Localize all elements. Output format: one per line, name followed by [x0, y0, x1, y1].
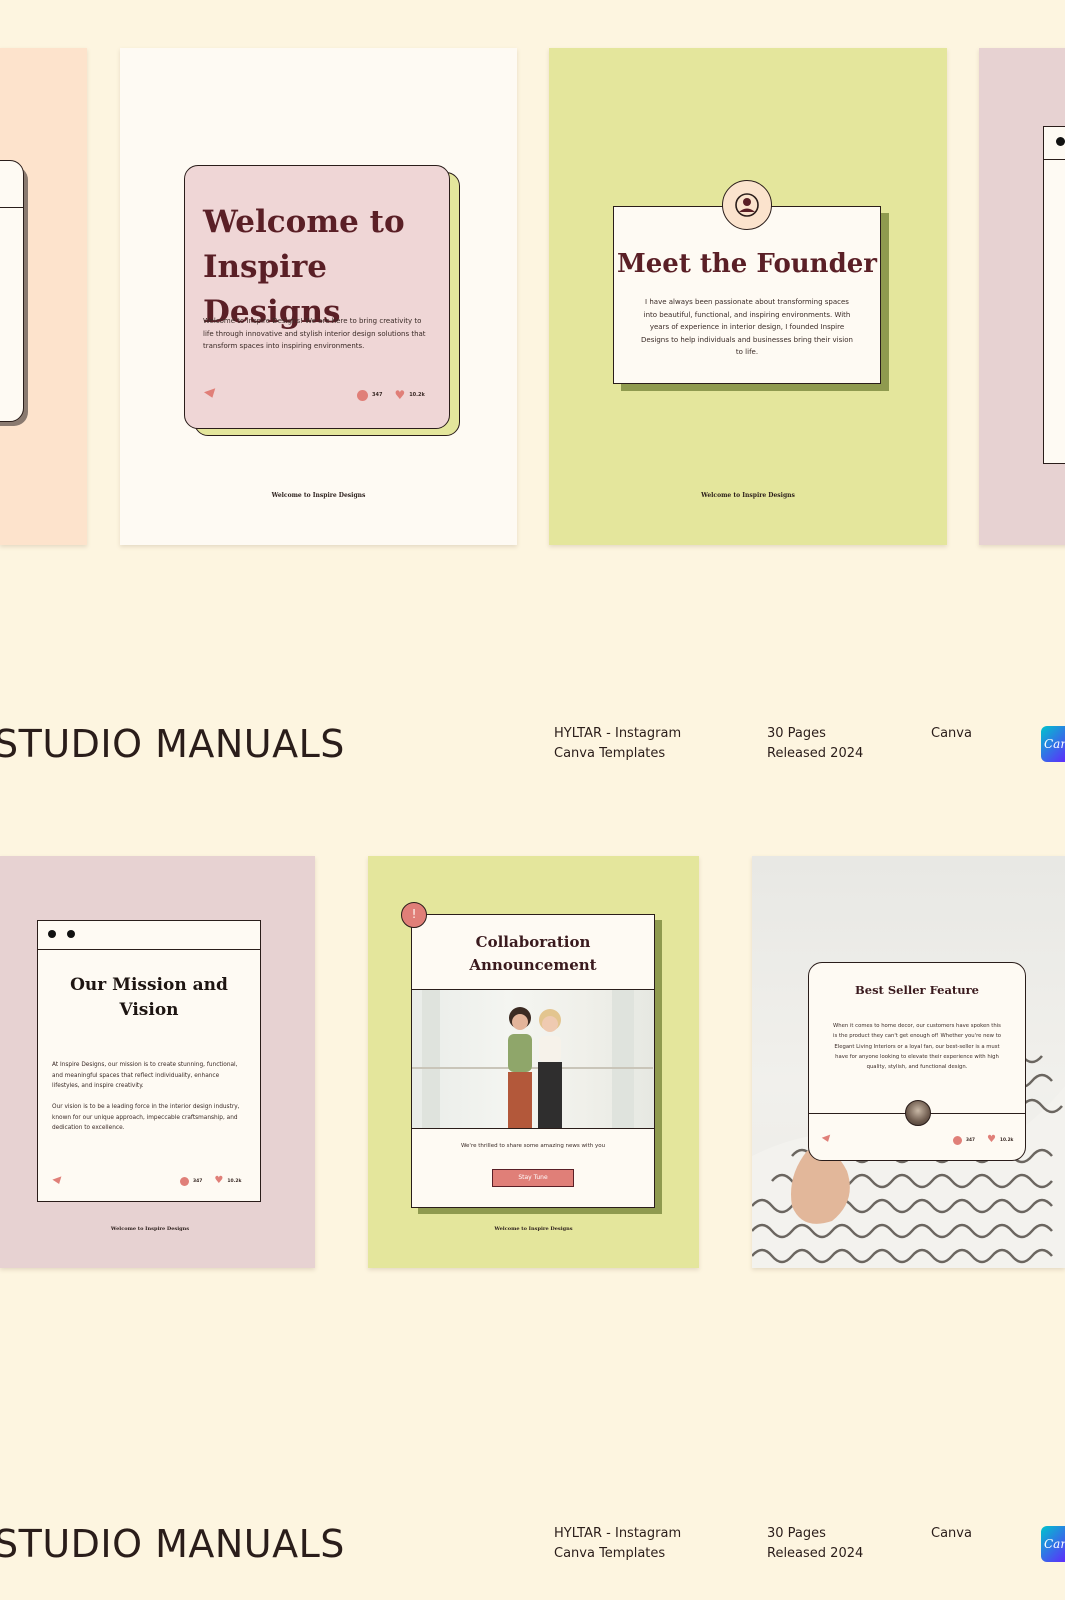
comment-count: 347 [193, 1178, 203, 1184]
like-count: 10.2k [227, 1178, 242, 1184]
comment-icon [180, 1176, 189, 1186]
send-icon [52, 1176, 64, 1186]
founder-footer: Welcome to Inspire Designs [701, 492, 795, 499]
platform-label: Canva [931, 1526, 972, 1541]
bestseller-stats: 347 ♥ 10.2k [953, 1135, 1013, 1145]
founder-avatar-icon [722, 180, 772, 230]
release-year: Released 2024 [767, 746, 864, 761]
page-count: 30 Pages [767, 1526, 826, 1541]
brand-name: STUDIO MANUALS [0, 722, 345, 766]
comment-icon [357, 389, 368, 401]
mauve-template-card [979, 48, 1065, 545]
mission-stats: 347 ♥ 10.2k [180, 1176, 241, 1186]
collab-template-card: Collaboration Announcement We're thrille… [368, 856, 699, 1268]
alert-icon: ! [401, 902, 427, 928]
bestseller-title: Best Seller Feature [855, 983, 979, 997]
mauve-card-window [1043, 126, 1065, 464]
bestseller-template-card: Best Seller Feature When it comes to hom… [752, 856, 1065, 1268]
window-dot-icon [48, 930, 56, 938]
mission-title: Our Mission and Vision [38, 973, 260, 1023]
welcome-template-card: Welcome to Inspire Designs Welcome to In… [120, 48, 517, 545]
welcome-stats: 347 ♥ 10.2k [357, 389, 425, 401]
collab-footer: Welcome to Inspire Designs [494, 1226, 573, 1232]
founder-inner-card: Meet the Founder I have always been pass… [613, 206, 881, 384]
welcome-title-line1: Welcome to [203, 204, 405, 240]
like-count: 10.2k [999, 1137, 1014, 1143]
product-line1: HYLTAR - Instagram [554, 1526, 682, 1541]
release-year: Released 2024 [767, 1546, 864, 1561]
mission-window: Our Mission and Vision At Inspire Design… [37, 920, 261, 1202]
founder-body: I have always been passionate about tran… [641, 298, 853, 356]
collab-photo [412, 989, 654, 1129]
page-info: 30 Pages Released 2024 [767, 724, 863, 764]
bestseller-inner-card: Best Seller Feature When it comes to hom… [808, 962, 1026, 1161]
product-info: HYLTAR - Instagram Canva Templates [554, 724, 681, 764]
product-line2: Canva Templates [554, 746, 666, 761]
welcome-inner-card: Welcome to Inspire Designs Welcome to In… [184, 165, 450, 429]
collab-title-line1: Collaboration [475, 933, 591, 951]
product-avatar [905, 1100, 931, 1126]
comment-count: 347 [372, 392, 383, 398]
peach-card-window [0, 160, 24, 422]
comment-count: 347 [966, 1137, 975, 1143]
stay-tune-button[interactable]: Stay Tune [492, 1169, 574, 1187]
heart-icon: ♥ [214, 1175, 224, 1186]
window-dot-icon [67, 930, 75, 938]
founder-title: Meet the Founder [616, 249, 878, 279]
product-line1: HYLTAR - Instagram [554, 726, 682, 741]
heart-icon: ♥ [394, 388, 406, 402]
founder-template-card: Meet the Founder I have always been pass… [549, 48, 947, 545]
send-icon [203, 388, 219, 400]
bestseller-body: When it comes to home decor, our custome… [832, 1023, 1002, 1071]
page-count: 30 Pages [767, 726, 826, 741]
mission-footer: Welcome to Inspire Designs [110, 1226, 190, 1232]
mission-body-2: Our vision is to be a leading force in t… [52, 1104, 240, 1131]
canva-logo-icon: Canva [1041, 726, 1065, 762]
welcome-body: Welcome to Inspire Designs! We are here … [203, 317, 426, 350]
mission-body-1: At Inspire Designs, our mission is to cr… [52, 1062, 238, 1089]
mission-title-line1: Our Mission and [70, 975, 228, 995]
product-info: HYLTAR - Instagram Canva Templates [554, 1524, 681, 1564]
platform-label: Canva [931, 726, 972, 741]
product-line2: Canva Templates [554, 1546, 666, 1561]
heart-icon: ♥ [986, 1134, 996, 1145]
window-bar [38, 921, 260, 950]
peach-template-card [0, 48, 87, 545]
mission-title-line2: Vision [119, 1000, 179, 1020]
page-info: 30 Pages Released 2024 [767, 1524, 863, 1564]
brand-name: STUDIO MANUALS [0, 1522, 345, 1566]
comment-icon [953, 1135, 962, 1145]
collab-inner-card: Collaboration Announcement We're thrille… [411, 914, 655, 1208]
collab-title: Collaboration Announcement [412, 931, 654, 977]
welcome-footer: Welcome to Inspire Designs [271, 492, 366, 499]
mission-template-card: Our Mission and Vision At Inspire Design… [0, 856, 315, 1268]
canva-logo-icon: Canva [1041, 1526, 1065, 1562]
collab-title-line2: Announcement [469, 956, 597, 974]
send-icon [821, 1134, 833, 1144]
collab-caption: We're thrilled to share some amazing new… [460, 1143, 606, 1149]
like-count: 10.2k [409, 392, 425, 398]
